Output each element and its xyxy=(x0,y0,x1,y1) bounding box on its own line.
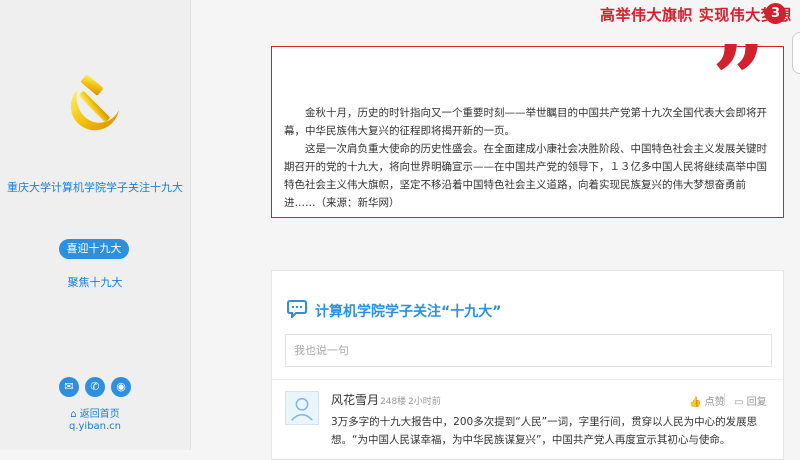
sidebar: 重庆大学计算机学院学子关注十九大 喜迎十九大 聚焦十九大 ✉ ✆ ◉ ⌂ 返回首… xyxy=(0,0,191,450)
comment-section-title: 计算机学院学子关注“十九大” xyxy=(315,304,502,320)
quote-text: 金秋十月，历史的时针指向又一个重要时刻——举世瞩目的中国共产党第十九次全国代表大… xyxy=(284,104,774,212)
comment-time: 2小时前 xyxy=(408,397,441,407)
wechat-icon[interactable]: ✆ xyxy=(85,377,105,397)
party-emblem-logo xyxy=(70,74,119,131)
reply-button[interactable]: ▭ 回复 xyxy=(734,393,767,408)
quote-paragraph-2: 这是一次肩负重大使命的历史性盛会。在全面建成小康社会决胜阶段、中国特色社会主义发… xyxy=(284,143,767,209)
like-label: 点赞 xyxy=(704,397,725,408)
home-icon: ⌂ xyxy=(70,409,77,420)
quote-paragraph-1: 金秋十月，历史的时针指向又一个重要时刻——举世瞩目的中国共产党第十九次全国代表大… xyxy=(284,107,767,137)
slogan-badge: 3 xyxy=(765,3,786,24)
back-home-label: 返回首页 xyxy=(79,409,120,420)
site-url: q.yiban.cn xyxy=(68,421,122,432)
comment-user-name[interactable]: 风花雪月 xyxy=(331,391,379,408)
comment-input[interactable] xyxy=(285,334,772,367)
action-separator xyxy=(724,393,725,405)
nav-item-welcome[interactable]: 喜迎十九大 xyxy=(59,239,129,259)
like-button[interactable]: 👍 点赞 xyxy=(689,393,725,408)
comment-body: 3万多字的十九大报告中，200多次提到“人民”一词，字里行间，贯穿以人民为中心的… xyxy=(331,416,758,446)
side-scroll-button[interactable] xyxy=(792,32,800,74)
chat-bubble-icon xyxy=(287,300,307,318)
comment-card: 计算机学院学子关注“十九大” 风花雪月 248楼 2小时前 👍 点赞 ▭ 回复 … xyxy=(271,270,784,460)
org-name-link[interactable]: 重庆大学计算机学院学子关注十九大 xyxy=(0,179,190,195)
nav-item-focus[interactable]: 聚焦十九大 xyxy=(0,274,190,290)
weibo-icon[interactable]: ✉ xyxy=(59,377,79,397)
back-home-link[interactable]: ⌂ 返回首页 xyxy=(0,405,190,420)
reply-icon: ▭ xyxy=(734,397,744,408)
slogan-title: 高举伟大旗帜 实现伟大梦想 xyxy=(600,6,792,24)
thumb-up-icon: 👍 xyxy=(689,397,702,408)
avatar[interactable] xyxy=(285,391,319,425)
sina-icon[interactable]: ◉ xyxy=(111,377,131,397)
comment-floor: 248楼 xyxy=(380,397,407,407)
divider xyxy=(272,379,783,380)
reply-label: 回复 xyxy=(746,397,767,408)
quote-card: ” 金秋十月，历史的时针指向又一个重要时刻——举世瞩目的中国共产党第十九次全国代… xyxy=(271,33,784,218)
